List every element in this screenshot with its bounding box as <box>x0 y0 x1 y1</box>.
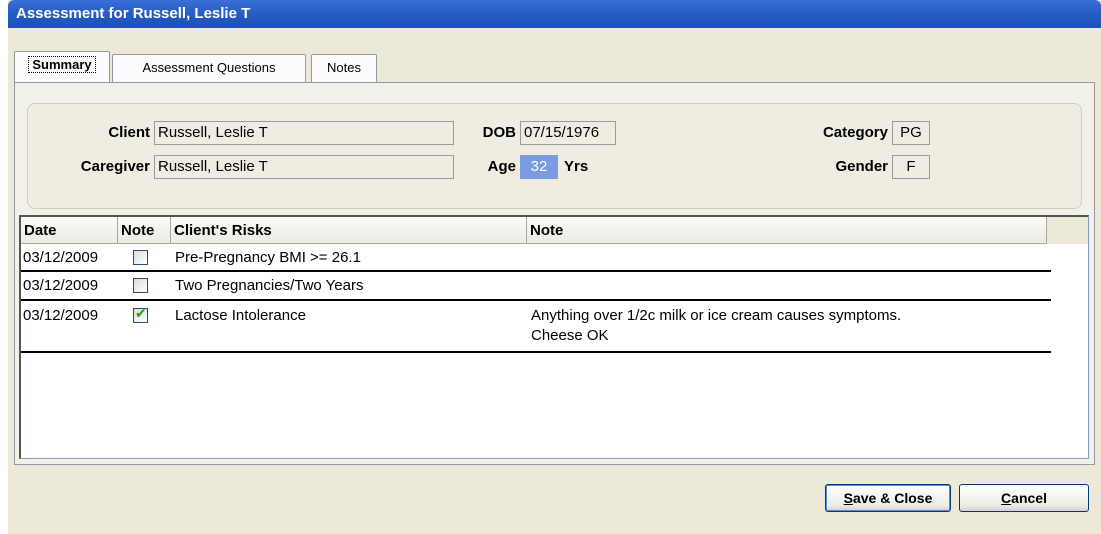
caregiver-field: Russell, Leslie T <box>154 155 454 179</box>
assessment-window: Assessment for Russell, Leslie T Summary… <box>8 0 1101 534</box>
caregiver-label: Caregiver <box>80 158 150 175</box>
col-header-clients-risks[interactable]: Client's Risks <box>171 217 527 244</box>
note-checkbox[interactable] <box>133 250 148 265</box>
age-field: 32 <box>520 155 558 179</box>
category-field: PG <box>892 121 930 145</box>
dob-field: 07/15/1976 <box>520 121 616 145</box>
gender-field: F <box>892 155 930 179</box>
check-mark-icon: ✔ <box>135 305 147 321</box>
tab-notes[interactable]: Notes <box>311 54 377 83</box>
age-label: Age <box>487 158 516 175</box>
col-header-note[interactable]: Note <box>527 217 1047 244</box>
col-header-date[interactable]: Date <box>21 217 118 244</box>
save-close-button[interactable]: Save & Close <box>825 484 951 512</box>
tab-assessment-questions[interactable]: Assessment Questions <box>112 54 306 83</box>
cancel-accelerator-key: C <box>1001 490 1012 506</box>
note-checkbox[interactable] <box>133 278 148 293</box>
save-button-label: ave & Close <box>852 490 933 506</box>
risk-date: 03/12/2009 <box>23 277 99 294</box>
category-label: Category <box>822 124 888 141</box>
risk-date: 03/12/2009 <box>23 249 99 266</box>
risk-name: Two Pregnancies/Two Years <box>175 277 364 294</box>
age-unit-label: Yrs <box>564 158 589 175</box>
note-checkbox[interactable]: ✔ <box>133 305 148 323</box>
table-row[interactable]: 03/12/2009 ✔ Lactose Intolerance Anythin… <box>21 301 1051 353</box>
client-field: Russell, Leslie T <box>154 121 454 145</box>
table-row[interactable]: 03/12/2009 Two Pregnancies/Two Years <box>21 272 1051 301</box>
risk-grid[interactable]: Date Note Client's Risks Note 03/12/2009… <box>19 215 1089 459</box>
client-info-group: Client Russell, Leslie T Caregiver Russe… <box>27 103 1082 209</box>
dob-label: DOB <box>482 124 516 141</box>
table-row[interactable]: 03/12/2009 Pre-Pregnancy BMI >= 26.1 <box>21 244 1051 272</box>
risk-note-line2: Cheese OK <box>531 327 609 344</box>
cancel-button-label: ancel <box>1011 490 1047 506</box>
summary-panel: Client Russell, Leslie T Caregiver Russe… <box>14 82 1095 465</box>
risk-note-line1: Anything over 1/2c milk or ice cream cau… <box>531 307 902 324</box>
save-accelerator-key: S <box>843 490 853 506</box>
tab-summary-label: Summary <box>28 56 96 73</box>
risk-name: Pre-Pregnancy BMI >= 26.1 <box>175 249 361 266</box>
col-header-note-flag[interactable]: Note <box>118 217 171 244</box>
tab-summary[interactable]: Summary <box>14 51 110 82</box>
cancel-button[interactable]: Cancel <box>959 484 1089 512</box>
risk-date: 03/12/2009 <box>23 307 99 324</box>
gender-label: Gender <box>835 158 888 175</box>
risk-name: Lactose Intolerance <box>175 307 306 324</box>
window-title: Assessment for Russell, Leslie T <box>8 0 1101 28</box>
client-label: Client <box>108 124 150 141</box>
risk-grid-header: Date Note Client's Risks Note <box>21 217 1088 244</box>
